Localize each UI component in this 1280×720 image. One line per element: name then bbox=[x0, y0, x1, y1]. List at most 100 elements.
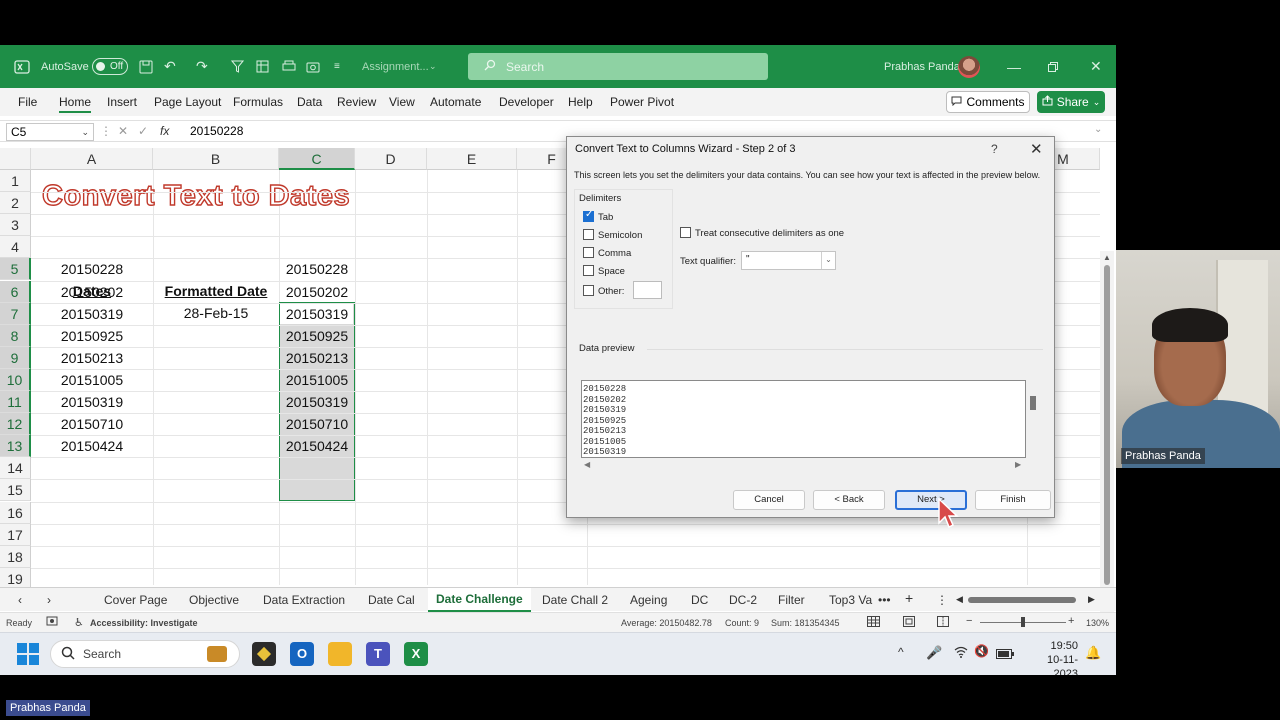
sheet-tab-cover-page[interactable]: Cover Page bbox=[104, 593, 167, 607]
preview-horizontal-scrollbar[interactable]: ◀ ▶ bbox=[581, 459, 1026, 471]
sheet-tab-objective[interactable]: Objective bbox=[189, 593, 239, 607]
cancel-button[interactable]: Cancel bbox=[733, 490, 805, 510]
tab-review[interactable]: Review bbox=[337, 95, 376, 109]
teams-app-icon[interactable]: T bbox=[366, 642, 390, 666]
date-cell[interactable]: 20150710 bbox=[31, 413, 153, 435]
help-button[interactable]: ? bbox=[991, 142, 998, 156]
search-box[interactable]: Search bbox=[468, 53, 768, 80]
camera-icon[interactable] bbox=[306, 45, 320, 88]
normal-view-icon[interactable] bbox=[867, 616, 880, 629]
tab-checkbox-label[interactable]: Tab bbox=[598, 212, 613, 223]
battery-icon[interactable] bbox=[996, 646, 1014, 664]
hscroll-right-icon[interactable]: ▶ bbox=[1088, 594, 1095, 605]
page-break-view-icon[interactable] bbox=[937, 616, 949, 629]
scroll-thumb[interactable] bbox=[1104, 265, 1110, 585]
minimize-icon[interactable]: — bbox=[1007, 45, 1021, 88]
close-dialog-icon[interactable]: ✕ bbox=[1030, 140, 1043, 158]
tab-automate[interactable]: Automate bbox=[430, 95, 481, 109]
excel-app-icon[interactable]: X bbox=[404, 642, 428, 666]
tab-data[interactable]: Data bbox=[297, 95, 322, 109]
row-header[interactable]: 6 bbox=[0, 280, 31, 303]
selected-date-cell[interactable]: 20150319 bbox=[279, 391, 355, 413]
sheet-tab-top3[interactable]: Top3 Va bbox=[829, 593, 872, 607]
data-preview[interactable]: 20150228 20150202 20150319 20150925 20150213… bbox=[581, 380, 1026, 458]
other-delimiter-input[interactable] bbox=[633, 281, 662, 299]
taskbar-search[interactable]: Search bbox=[50, 640, 240, 668]
comments-button[interactable]: Comments bbox=[946, 91, 1030, 113]
confirm-entry-icon[interactable]: ✓ bbox=[138, 124, 148, 138]
system-clock[interactable]: 19:50 10-11-2023 bbox=[1024, 639, 1078, 675]
zoom-level[interactable]: 130% bbox=[1086, 618, 1109, 628]
row-header[interactable]: 16 bbox=[0, 501, 31, 524]
row-header[interactable]: 17 bbox=[0, 523, 31, 546]
tab-insert[interactable]: Insert bbox=[107, 95, 137, 109]
selected-date-cell[interactable]: 20150319 bbox=[279, 303, 355, 325]
sheet-tab-date-challenge[interactable]: Date Challenge bbox=[428, 588, 531, 612]
comma-checkbox[interactable] bbox=[583, 247, 594, 258]
cell-b5[interactable]: 28-Feb-15 bbox=[153, 302, 279, 324]
column-header-c[interactable]: C bbox=[279, 148, 355, 170]
customize-toolbar-icon[interactable]: ≡ bbox=[334, 45, 340, 88]
preview-scroll-right-icon[interactable]: ▶ bbox=[1015, 460, 1021, 469]
tab-formulas[interactable]: Formulas bbox=[233, 95, 283, 109]
accessibility-status[interactable]: Accessibility: Investigate bbox=[90, 618, 198, 628]
row-header[interactable]: 12 bbox=[0, 413, 31, 436]
date-cell[interactable]: 20150228 bbox=[31, 258, 153, 280]
other-checkbox[interactable] bbox=[583, 285, 594, 296]
terminal-app-icon[interactable] bbox=[252, 642, 276, 666]
header-formatted-date[interactable]: Formatted Date bbox=[153, 280, 279, 302]
chevron-down-icon[interactable]: ⌄ bbox=[429, 45, 437, 88]
zoom-slider-thumb[interactable] bbox=[1021, 617, 1025, 627]
column-header-d[interactable]: D bbox=[355, 148, 427, 170]
tab-view[interactable]: View bbox=[389, 95, 415, 109]
speaker-muted-icon[interactable]: 🔇 bbox=[974, 644, 989, 658]
column-header-a[interactable]: A bbox=[31, 148, 153, 170]
sheet-options-icon[interactable]: ⋮ bbox=[936, 593, 948, 607]
sheet-tab-filter[interactable]: Filter bbox=[778, 593, 805, 607]
sheet-tab-date-chall-2[interactable]: Date Chall 2 bbox=[542, 593, 608, 607]
date-cell[interactable]: 20150319 bbox=[31, 391, 153, 413]
row-header[interactable]: 1 bbox=[0, 170, 31, 192]
print-icon[interactable] bbox=[282, 45, 296, 88]
selected-date-cell[interactable]: 20151005 bbox=[279, 369, 355, 391]
comma-checkbox-label[interactable]: Comma bbox=[598, 248, 631, 259]
date-cell[interactable]: 20150213 bbox=[31, 347, 153, 369]
tab-help[interactable]: Help bbox=[568, 95, 593, 109]
row-header[interactable]: 10 bbox=[0, 368, 31, 391]
row-header[interactable]: 2 bbox=[0, 192, 31, 215]
row-header[interactable]: 15 bbox=[0, 479, 31, 502]
hscroll-left-icon[interactable]: ◀ bbox=[956, 594, 963, 605]
sheet-tab-ageing[interactable]: Ageing bbox=[630, 593, 667, 607]
row-header[interactable]: 7 bbox=[0, 302, 31, 325]
preview-vertical-scrollbar[interactable] bbox=[1028, 380, 1038, 458]
consecutive-delimiters-checkbox[interactable] bbox=[680, 227, 691, 238]
tab-checkbox[interactable] bbox=[583, 209, 594, 222]
save-icon[interactable] bbox=[139, 45, 153, 88]
date-cell[interactable]: 20151005 bbox=[31, 369, 153, 391]
row-header[interactable]: 8 bbox=[0, 324, 31, 347]
formula-input[interactable]: 20150228 bbox=[190, 124, 243, 138]
row-header[interactable]: 9 bbox=[0, 346, 31, 369]
finish-button[interactable]: Finish bbox=[975, 490, 1051, 510]
undo-icon[interactable]: ↶ bbox=[164, 45, 176, 88]
notification-bell-icon[interactable]: 🔔 bbox=[1085, 645, 1101, 661]
filter-icon[interactable] bbox=[231, 45, 244, 88]
sheet-scroll-left-icon[interactable]: ‹ bbox=[18, 593, 22, 607]
selected-date-cell[interactable]: 20150228 bbox=[279, 258, 355, 280]
expand-formula-bar-icon[interactable]: ⌄ bbox=[1094, 124, 1102, 135]
sheet-tab-data-extraction[interactable]: Data Extraction bbox=[263, 593, 345, 607]
selected-date-cell[interactable]: 20150710 bbox=[279, 413, 355, 435]
semicolon-checkbox-label[interactable]: Semicolon bbox=[598, 230, 642, 241]
date-cell[interactable]: 20150424 bbox=[31, 435, 153, 457]
sheet-scroll-right-icon[interactable]: › bbox=[47, 593, 51, 607]
select-all-corner[interactable] bbox=[0, 148, 31, 170]
sheet-tab-dc-2[interactable]: DC-2 bbox=[729, 593, 757, 607]
microphone-icon[interactable]: 🎤 bbox=[926, 645, 942, 661]
row-header[interactable]: 18 bbox=[0, 545, 31, 568]
date-cell[interactable]: 20150202 bbox=[31, 281, 153, 303]
column-header-b[interactable]: B bbox=[153, 148, 279, 170]
more-sheets-icon[interactable]: ••• bbox=[878, 593, 891, 607]
column-header-e[interactable]: E bbox=[427, 148, 517, 170]
redo-icon[interactable]: ↷ bbox=[196, 45, 208, 88]
tab-developer[interactable]: Developer bbox=[499, 95, 554, 109]
